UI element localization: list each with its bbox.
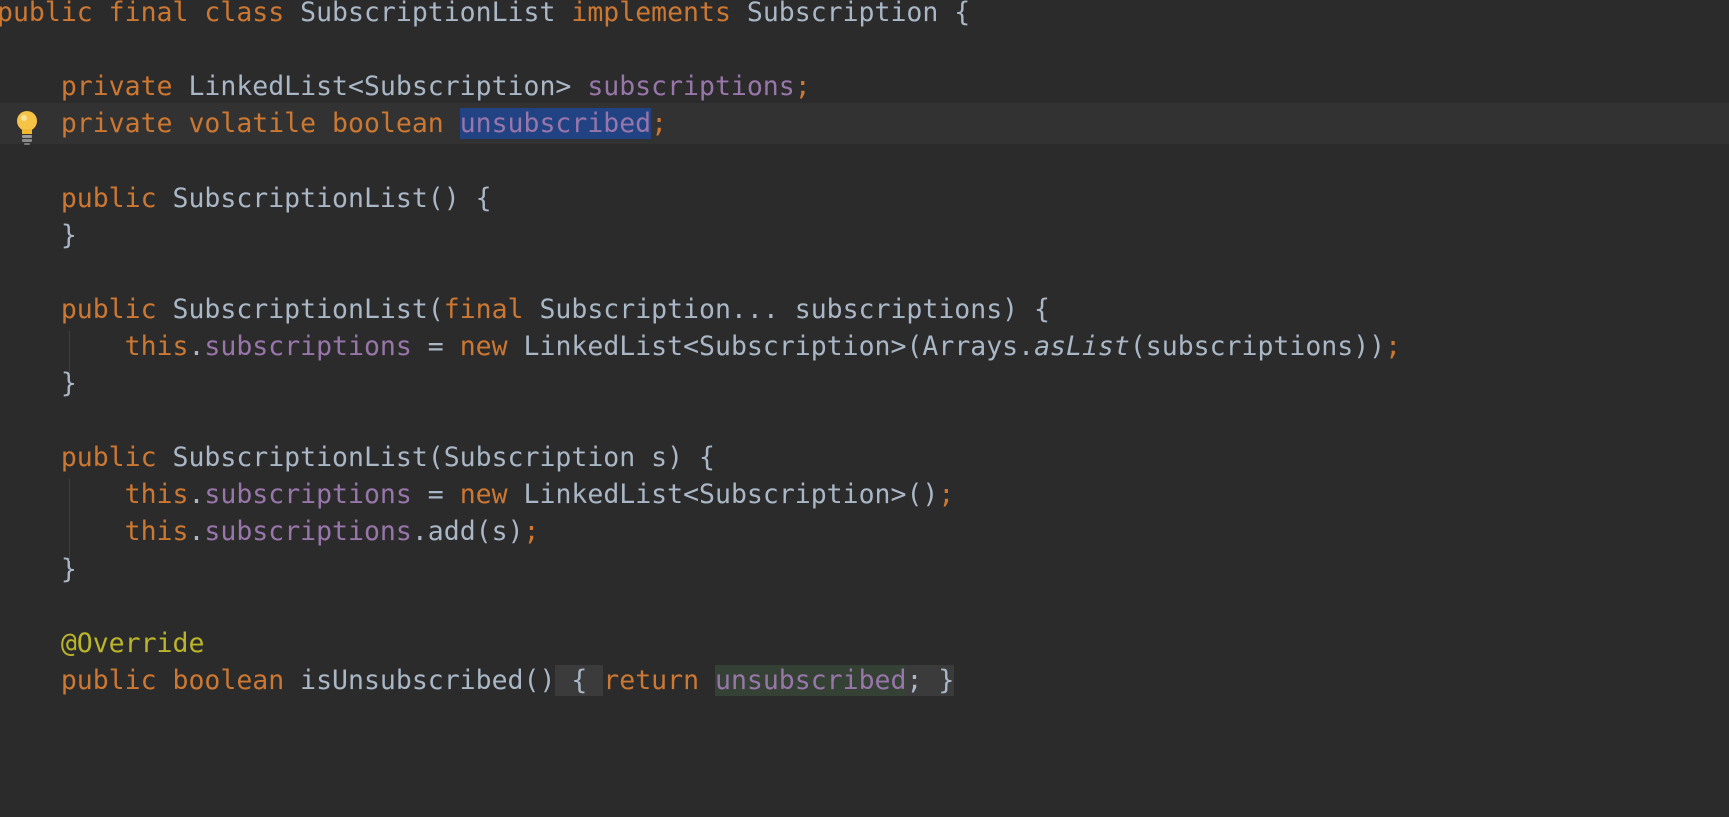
code-token: this [0, 479, 189, 511]
code-token: SubscriptionList( [172, 293, 444, 325]
code-line-text: public boolean isUnsubscribed() { return… [0, 660, 955, 701]
code-line[interactable]: this.subscriptions = new LinkedList<Subs… [0, 474, 1729, 515]
code-line-text: public SubscriptionList(final Subscripti… [0, 289, 1050, 330]
code-line[interactable]: this.subscriptions = new LinkedList<Subs… [0, 326, 1729, 367]
code-token: unsubscribed [459, 108, 652, 140]
code-line-text: this.subscriptions.add(s); [0, 511, 540, 552]
code-token: asList [1034, 330, 1130, 362]
code-line[interactable]: public SubscriptionList() { [0, 178, 1729, 219]
code-line[interactable] [0, 586, 1729, 627]
code-line[interactable]: private volatile boolean unsubscribed; [0, 103, 1729, 145]
code-line[interactable] [0, 400, 1729, 441]
code-token: ; [794, 71, 811, 103]
code-token: . [188, 479, 205, 511]
code-line-text: this.subscriptions = new LinkedList<Subs… [0, 474, 955, 515]
code-token: return [603, 664, 715, 696]
code-token: subscriptions [204, 516, 412, 548]
code-line-text: public SubscriptionList() { [0, 178, 492, 219]
code-line-text: private LinkedList<Subscription> subscri… [0, 66, 811, 107]
code-line-text: } [0, 215, 77, 256]
code-token: private [0, 71, 189, 103]
code-line[interactable] [0, 140, 1729, 181]
code-token: ; [651, 108, 668, 140]
code-line[interactable]: } [0, 549, 1729, 590]
code-token: } [0, 219, 77, 251]
code-line[interactable]: private LinkedList<Subscription> subscri… [0, 66, 1729, 107]
code-token: LinkedList<Subscription>(Arrays. [523, 330, 1035, 362]
code-token: Subscription... subscriptions) { [539, 293, 1051, 325]
code-line[interactable]: public final class SubscriptionList impl… [0, 0, 1729, 33]
code-token: implements [571, 0, 747, 28]
code-token: new [459, 330, 524, 362]
lightbulb-icon[interactable] [14, 110, 40, 146]
code-editor[interactable]: public final class SubscriptionList impl… [0, 0, 1729, 817]
code-token: ; [1385, 330, 1402, 362]
code-line[interactable]: this.subscriptions.add(s); [0, 511, 1729, 552]
code-token: ; } [906, 664, 955, 696]
code-token: { [555, 664, 604, 696]
code-token: public [0, 182, 173, 214]
code-line[interactable] [0, 252, 1729, 293]
code-token: public final class [0, 0, 301, 28]
indent-guide [69, 331, 70, 372]
code-token: this [0, 330, 189, 362]
code-token: } [0, 368, 77, 399]
code-token: Subscription { [746, 0, 971, 28]
code-line[interactable]: @Override [0, 623, 1729, 664]
code-token: public boolean [0, 664, 301, 696]
code-line[interactable] [0, 29, 1729, 70]
code-token: subscriptions [204, 479, 412, 511]
code-token: SubscriptionList(Subscription s) { [172, 442, 715, 474]
code-line-text: public SubscriptionList(Subscription s) … [0, 437, 715, 478]
code-token: = [411, 479, 460, 511]
code-token: SubscriptionList [300, 0, 572, 28]
code-token: private volatile boolean [0, 108, 460, 140]
code-token: unsubscribed [714, 664, 907, 696]
code-token: } [0, 553, 77, 585]
code-token: this [0, 516, 189, 548]
code-token: . [188, 516, 205, 548]
code-token: public [0, 442, 173, 474]
code-line-text: @Override [0, 623, 205, 664]
indent-guide [69, 479, 70, 561]
code-token: LinkedList<Subscription>() [523, 479, 939, 511]
code-line[interactable]: } [0, 215, 1729, 256]
code-token: new [459, 479, 524, 511]
code-token: public [0, 293, 173, 325]
code-token: SubscriptionList() { [172, 182, 492, 214]
code-line-text: } [0, 549, 77, 590]
code-token: . [188, 330, 205, 362]
code-line[interactable]: public SubscriptionList(Subscription s) … [0, 437, 1729, 478]
code-token: .add(s) [411, 516, 524, 548]
code-line-text: } [0, 363, 77, 404]
code-token: subscriptions [587, 71, 795, 103]
code-token: isUnsubscribed() [300, 664, 556, 696]
code-line-text: this.subscriptions = new LinkedList<Subs… [0, 326, 1401, 367]
code-token: ; [938, 479, 955, 511]
code-token: (subscriptions)) [1129, 330, 1386, 362]
code-token: @Override [0, 627, 205, 659]
code-token: LinkedList<Subscription> [188, 71, 588, 103]
code-line-text: public final class SubscriptionList impl… [0, 0, 970, 33]
code-token: ; [523, 516, 540, 548]
code-line-text: private volatile boolean unsubscribed; [0, 103, 667, 144]
code-line[interactable]: } [0, 363, 1729, 404]
code-token: final [443, 293, 540, 325]
code-token: = [411, 330, 460, 362]
code-token: subscriptions [204, 330, 412, 362]
code-line[interactable]: public SubscriptionList(final Subscripti… [0, 289, 1729, 330]
code-line[interactable]: public boolean isUnsubscribed() { return… [0, 660, 1729, 701]
